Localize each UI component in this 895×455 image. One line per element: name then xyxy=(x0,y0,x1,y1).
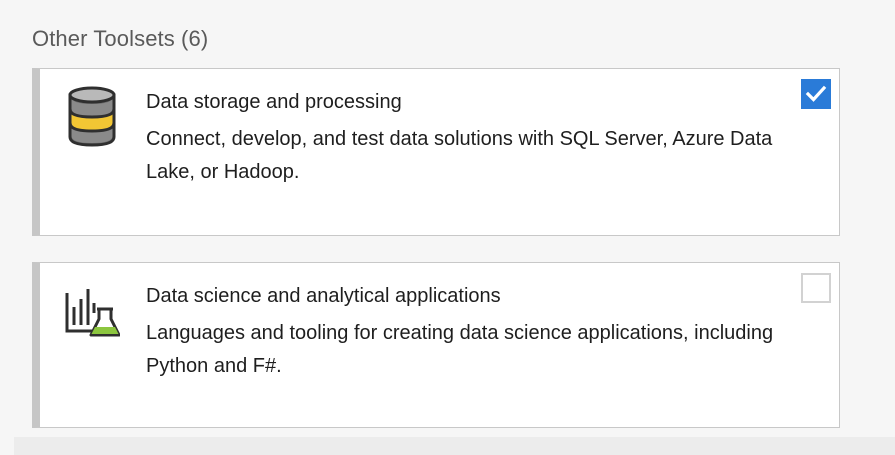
workload-card-data-science[interactable]: Data science and analytical applications… xyxy=(32,262,840,428)
workload-card-data-storage[interactable]: Data storage and processing Connect, dev… xyxy=(32,68,840,236)
workload-description: Connect, develop, and test data solution… xyxy=(146,128,773,183)
workload-title: Data storage and processing xyxy=(146,91,402,113)
database-icon xyxy=(64,85,120,149)
data-science-flask-icon xyxy=(64,279,121,343)
section-title: Other Toolsets (6) xyxy=(32,26,209,51)
workload-title: Data science and analytical applications xyxy=(146,285,501,307)
checkmark-icon xyxy=(805,85,827,102)
workload-checkbox-unchecked[interactable] xyxy=(801,273,831,303)
workload-description: Languages and tooling for creating data … xyxy=(146,322,774,377)
footer-divider xyxy=(14,437,895,455)
workload-checkbox-checked[interactable] xyxy=(801,79,831,109)
toolsets-panel: Other Toolsets (6) Data storage and proc… xyxy=(0,0,895,455)
